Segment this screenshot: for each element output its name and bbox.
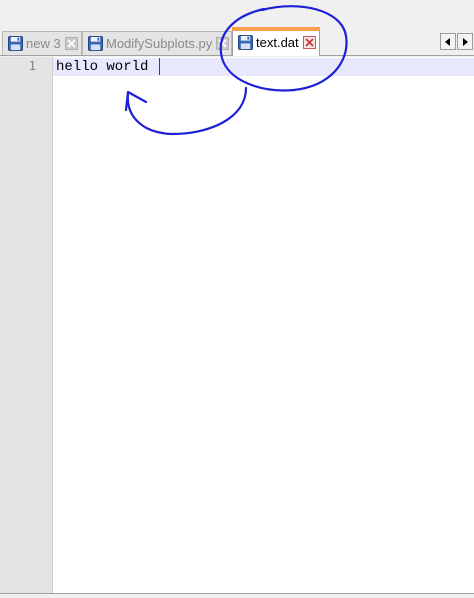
close-x-icon[interactable]	[302, 35, 316, 49]
floppy-disk-icon	[88, 36, 103, 51]
window-bottom-border	[0, 593, 474, 598]
active-tab-accent	[232, 27, 320, 31]
editor-area[interactable]: 1 hello world	[0, 57, 474, 593]
floppy-disk-icon	[8, 36, 23, 51]
tab-text-dat[interactable]: text.dat	[232, 27, 320, 56]
arrow-right-icon	[463, 37, 468, 46]
close-x-icon[interactable]	[216, 37, 230, 50]
text-caret	[159, 58, 160, 75]
floppy-disk-icon	[238, 34, 253, 50]
tab-new-3[interactable]: new 3	[2, 31, 82, 55]
tab-modifysubplots-py[interactable]: ModifySubplots.py	[82, 31, 232, 55]
tab-scroll-left-button[interactable]	[440, 33, 456, 50]
arrow-left-icon	[445, 37, 450, 46]
line-number: 1	[28, 59, 36, 73]
tab-label: text.dat	[256, 34, 299, 50]
editor-line-1[interactable]: hello world	[56, 59, 148, 75]
tab-label: new 3	[26, 36, 61, 51]
tab-bar: new 3 ModifySubplots.py text.dat	[0, 0, 474, 57]
line-number-gutter: 1	[0, 57, 53, 593]
tab-label: ModifySubplots.py	[106, 36, 213, 51]
close-x-icon[interactable]	[64, 37, 78, 50]
tab-scroll-right-button[interactable]	[457, 33, 473, 50]
